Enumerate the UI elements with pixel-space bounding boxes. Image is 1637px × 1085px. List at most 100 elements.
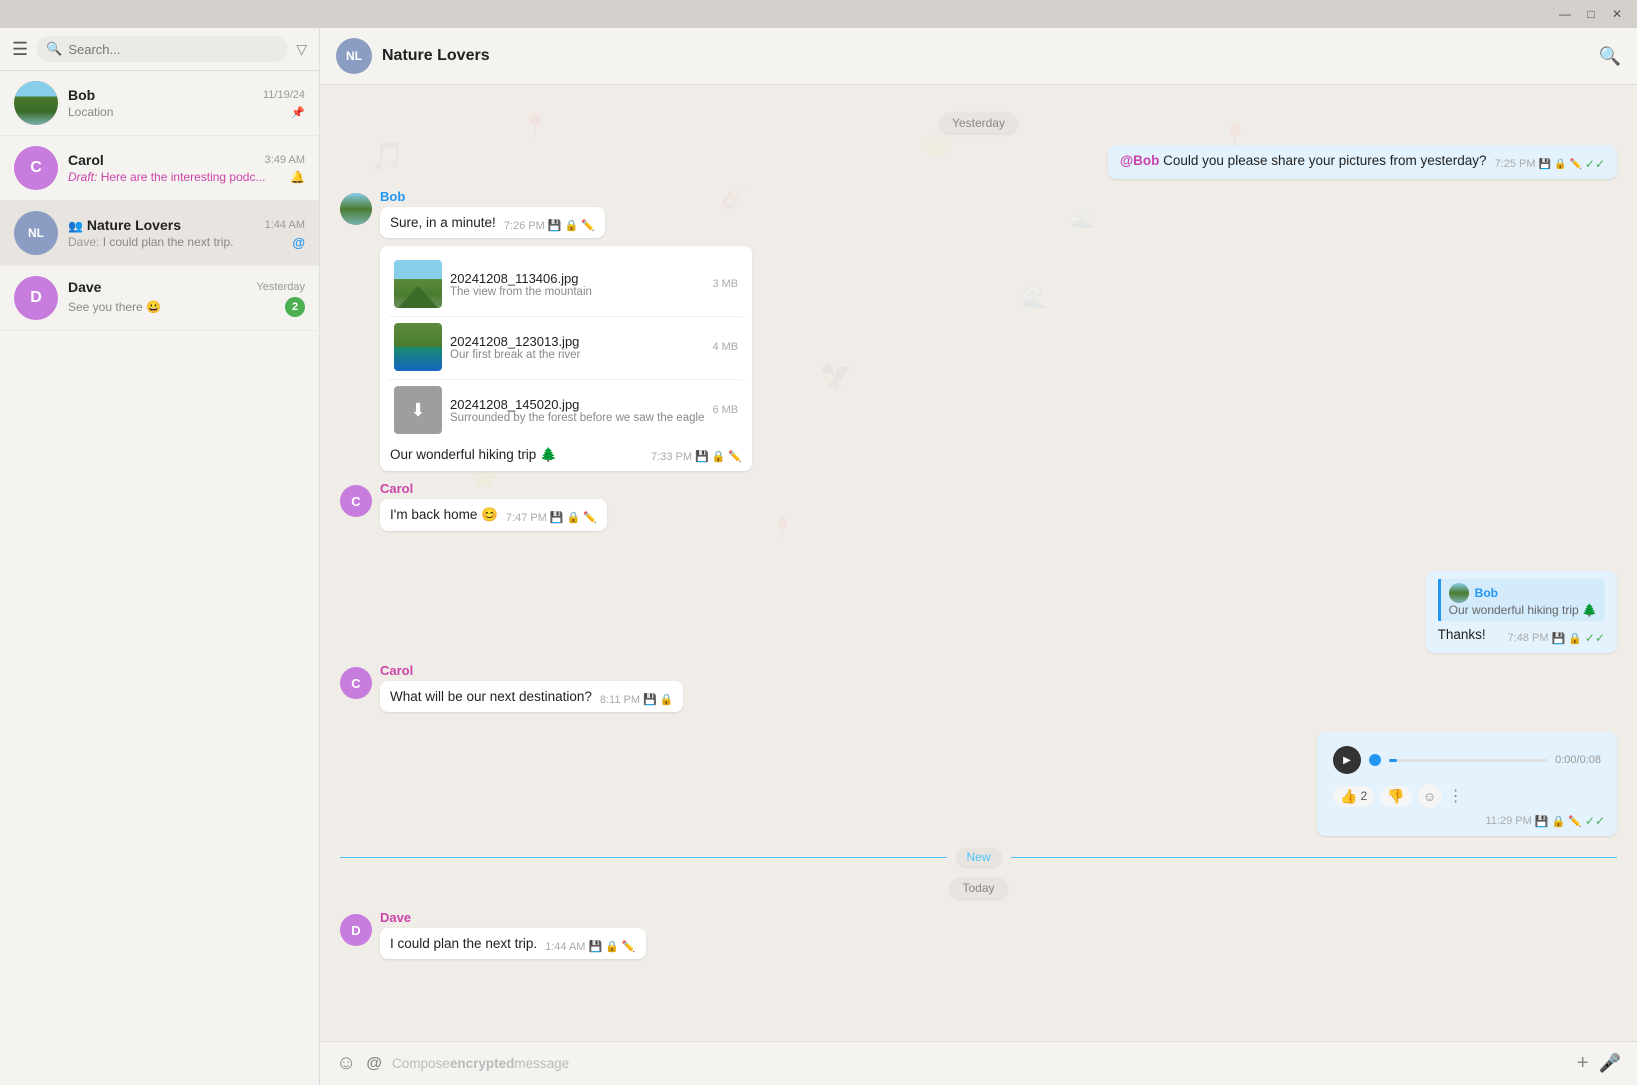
chat-item-dave[interactable]: D Dave Yesterday See you there 😀 2 xyxy=(0,266,319,331)
chat-item-bob[interactable]: Bob 11/19/24 Location 📌 xyxy=(0,71,319,136)
chat-info-bob: Bob 11/19/24 Location 📌 xyxy=(68,87,305,119)
lock-icon-bf: 🔒 xyxy=(712,450,726,463)
lock-icon-c2: 🔒 xyxy=(660,693,674,706)
msg-text-carol-2: What will be our next destination? xyxy=(390,689,592,704)
msg-avatar-dave-1: D xyxy=(340,914,372,946)
play-button[interactable]: ▶ xyxy=(1333,746,1361,774)
chat-info-nature-lovers: 👥 Nature Lovers 1:44 AM Dave: I could pl… xyxy=(68,217,305,250)
file-attachment-3[interactable]: ⬇ 20241208_145020.jpg Surrounded by the … xyxy=(386,379,746,440)
quoted-sender-thanks: Bob xyxy=(1449,583,1597,603)
audio-bar[interactable] xyxy=(1389,759,1547,762)
chat-name-nature-lovers: 👥 Nature Lovers xyxy=(68,217,181,233)
own-bubble-voice: ▶ 0:00/0:08 👍 2 xyxy=(1317,732,1617,836)
save-icon-b1: 💾 xyxy=(548,219,562,232)
msg-content-dave-1: Dave I could plan the next trip. 1:44 AM… xyxy=(380,910,646,959)
msg-meta-bob-files: 7:33 PM 💾 🔒 ✏️ xyxy=(651,450,742,463)
draft-text-carol: Here are the interesting podc... xyxy=(101,170,266,184)
save-icon-v: 💾 xyxy=(1535,815,1549,828)
lock-icon-v: 🔒 xyxy=(1551,815,1565,828)
msg-content-carol-1: Carol I'm back home 😊 7:47 PM 💾 🔒 ✏️ xyxy=(380,481,607,531)
compose-bar: ☺ @ Compose encrypted message + 🎤 xyxy=(320,1041,1637,1085)
msg-text-bob-1: Sure, in a minute! xyxy=(390,215,496,230)
filter-icon[interactable]: ▽ xyxy=(296,41,307,58)
check-icon-1: ✓✓ xyxy=(1585,157,1605,171)
file-footer-text: Our wonderful hiking trip 🌲 xyxy=(390,447,557,463)
chat-info-carol: Carol 3:49 AM Draft: Here are the intere… xyxy=(68,152,305,184)
voice-meta: 11:29 PM 💾 🔒 ✏️ ✓✓ xyxy=(1329,810,1605,828)
chat-name-bob: Bob xyxy=(68,87,95,103)
chat-time-nature-lovers: 1:44 AM xyxy=(265,219,305,231)
save-icon-c2: 💾 xyxy=(643,693,657,706)
compose-mic-icon[interactable]: 🎤 xyxy=(1599,1053,1621,1074)
chat-messages[interactable]: 🎵 📍 🎸 ⭐ 🌊 📍 🎵 🌿 🦅 🌊 ⭐ 📍 Yesterday xyxy=(320,85,1637,1041)
msg-content-bob-files: 20241208_113406.jpg The view from the mo… xyxy=(380,246,752,471)
avatar-carol: C xyxy=(14,146,58,190)
lock-icon-b1: 🔒 xyxy=(564,219,578,232)
titlebar: — □ ✕ xyxy=(0,0,1637,28)
chat-main: NL Nature Lovers 🔍 🎵 📍 🎸 ⭐ 🌊 📍 🎵 🌿 🦅 xyxy=(320,28,1637,1085)
chat-item-carol[interactable]: C Carol 3:49 AM Draft: Here are the inte… xyxy=(0,136,319,201)
search-box[interactable]: 🔍 xyxy=(36,36,288,62)
file-attachment-1[interactable]: 20241208_113406.jpg The view from the mo… xyxy=(386,254,746,314)
msg-meta-carol-2: 8:11 PM 💾 🔒 xyxy=(600,693,674,706)
sidebar: ☰ 🔍 ▽ Bob 11/19/24 Location xyxy=(0,28,320,1085)
message-group-own-1: @Bob Could you please share your picture… xyxy=(340,145,1617,179)
chat-preview-dave: See you there 😀 xyxy=(68,300,285,314)
lock-icon-d1: 🔒 xyxy=(605,940,619,953)
edit-icon-b1: ✏️ xyxy=(581,219,595,232)
message-group-bob-1: Bob Sure, in a minute! 7:26 PM 💾 🔒 ✏️ xyxy=(340,189,1617,238)
reaction-count-thumbsup: 2 xyxy=(1360,789,1367,803)
at-badge-nature-lovers: @ xyxy=(292,235,305,250)
chat-header: NL Nature Lovers 🔍 xyxy=(320,28,1637,85)
reaction-add-emoji[interactable]: ☺ xyxy=(1418,784,1442,808)
msg-text-own-1: Could you please share your pictures fro… xyxy=(1163,153,1486,168)
reaction-thumbsup[interactable]: 👍 2 xyxy=(1333,786,1374,807)
file-thumb-2 xyxy=(394,323,442,371)
compose-emoji-icon[interactable]: ☺ xyxy=(336,1052,356,1075)
compose-placeholder: Compose xyxy=(392,1056,450,1071)
compose-at-icon[interactable]: @ xyxy=(366,1055,382,1073)
chat-item-nature-lovers[interactable]: NL 👥 Nature Lovers 1:44 AM Dave: I could… xyxy=(0,201,319,266)
avatar-nature-lovers: NL xyxy=(14,211,58,255)
mute-icon-carol: 🔔 xyxy=(290,170,305,184)
edit-icon-d1: ✏️ xyxy=(622,940,636,953)
reaction-thumbsdown[interactable]: 👎 xyxy=(1380,786,1411,807)
audio-dot xyxy=(1369,754,1381,766)
reaction-more[interactable]: ⋮ xyxy=(1448,786,1464,806)
msg-sender-bob-1: Bob xyxy=(380,189,605,204)
file-attachment-2[interactable]: 20241208_123013.jpg Our first break at t… xyxy=(386,316,746,377)
pin-icon-bob: 📌 xyxy=(291,106,305,119)
compose-attach-icon[interactable]: + xyxy=(1577,1052,1589,1075)
chat-preview-carol: Draft: Here are the interesting podc... xyxy=(68,170,290,184)
compose-right: + 🎤 xyxy=(1577,1052,1621,1075)
minimize-button[interactable]: — xyxy=(1557,6,1573,22)
file-size-1: 3 MB xyxy=(712,278,738,290)
search-input[interactable] xyxy=(68,42,278,57)
chat-name-dave: Dave xyxy=(68,279,101,295)
own-bubble-thanks: Bob Our wonderful hiking trip 🌲 Thanks! … xyxy=(1426,571,1617,653)
msg-meta-dave-1: 1:44 AM 💾 🔒 ✏️ xyxy=(545,940,635,953)
msg-bubble-carol-1: I'm back home 😊 7:47 PM 💾 🔒 ✏️ xyxy=(380,499,607,531)
new-label: New xyxy=(957,848,1001,866)
edit-icon-c1: ✏️ xyxy=(583,511,597,524)
file-thumb-1 xyxy=(394,260,442,308)
msg-bubble-bob-files: 20241208_113406.jpg The view from the mo… xyxy=(380,246,752,471)
sidebar-header: ☰ 🔍 ▽ xyxy=(0,28,319,71)
close-button[interactable]: ✕ xyxy=(1609,6,1625,22)
header-search-icon[interactable]: 🔍 xyxy=(1599,46,1621,67)
thumbsdown-emoji: 👎 xyxy=(1387,788,1404,805)
compose-input-area[interactable]: Compose encrypted message xyxy=(392,1056,1567,1071)
lock-icon: 🔒 xyxy=(1554,159,1566,170)
file-desc-1: The view from the mountain xyxy=(450,286,704,298)
file-name-2: 20241208_123013.jpg xyxy=(450,334,704,349)
file-info-2: 20241208_123013.jpg Our first break at t… xyxy=(450,334,704,361)
save-icon-bf: 💾 xyxy=(695,450,709,463)
msg-content-carol-2: Carol What will be our next destination?… xyxy=(380,663,683,712)
msg-sender-carol-2: Carol xyxy=(380,663,683,678)
menu-icon[interactable]: ☰ xyxy=(12,39,28,60)
maximize-button[interactable]: □ xyxy=(1583,6,1599,22)
check-icon-thanks: ✓✓ xyxy=(1585,631,1605,645)
msg-content-bob-1: Bob Sure, in a minute! 7:26 PM 💾 🔒 ✏️ xyxy=(380,189,605,238)
file-info-3: 20241208_145020.jpg Surrounded by the fo… xyxy=(450,397,704,424)
edit-icon-v: ✏️ xyxy=(1568,815,1582,828)
